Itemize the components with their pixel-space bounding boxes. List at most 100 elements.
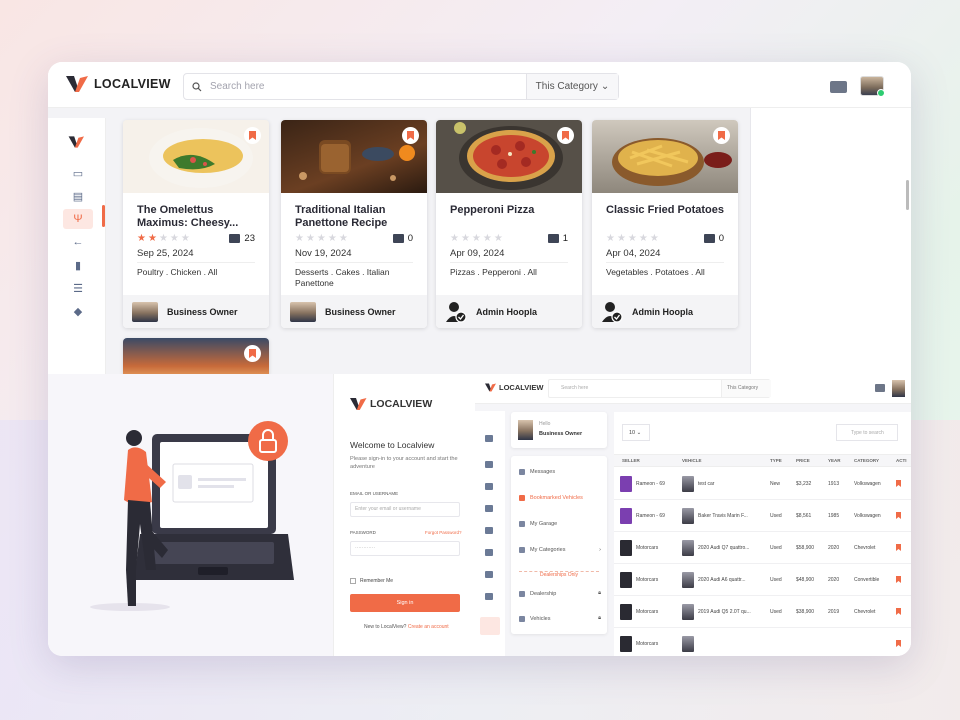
bookmark-icon[interactable]	[896, 608, 901, 615]
user-avatar[interactable]	[860, 76, 885, 97]
sidebar-item-security[interactable]: ◆	[63, 301, 93, 321]
bookmark-button[interactable]	[713, 127, 730, 144]
signin-button[interactable]: Sign in	[350, 594, 460, 612]
bookmark-icon[interactable]	[896, 576, 901, 583]
col-seller[interactable]: SELLER	[622, 458, 640, 463]
menu-item-categories[interactable]: My Categories ›	[519, 547, 601, 553]
signup-prompt: New to LocalView? Create an account	[364, 624, 449, 630]
store-icon[interactable]	[485, 483, 493, 490]
arrow-left-icon[interactable]	[485, 527, 493, 534]
bookmark-button[interactable]	[402, 127, 419, 144]
recipe-title[interactable]: The Omelettus Maximus: Cheesy...	[137, 204, 262, 230]
recipe-card[interactable]: The Omelettus Maximus: Cheesy... ★★★★★ 2…	[123, 120, 269, 328]
bookmark-button[interactable]	[244, 127, 261, 144]
card-author[interactable]: Business Owner	[281, 295, 427, 328]
col-vehicle[interactable]: VEHICLE	[682, 458, 702, 463]
messages-icon[interactable]	[830, 81, 847, 93]
table-search-input[interactable]: Type to search	[836, 424, 898, 441]
bookmark-icon[interactable]	[896, 512, 901, 519]
search-bar[interactable]: Search here This Category ⌄	[183, 73, 619, 100]
table-row[interactable]: Motorcars 2020 Audi A6 quattr... Used $48,9…	[614, 564, 911, 596]
recipe-card[interactable]: Pepperoni Pizza ★★★★★ 1 Apr 09, 2024 Piz…	[436, 120, 582, 328]
card-author[interactable]: Admin Hoopla	[592, 295, 738, 328]
recipe-card[interactable]: Traditional Italian Panettone Recipe ★★★…	[281, 120, 427, 328]
dash-logo[interactable]: LOCALVIEW	[485, 382, 543, 393]
login-subtitle: Please sign-in to your account and start…	[350, 456, 458, 470]
recipe-title[interactable]: Traditional Italian Panettone Recipe	[295, 204, 420, 230]
bookmark-icon[interactable]	[485, 549, 493, 556]
table-row[interactable]: Motorcars	[614, 628, 911, 656]
cell-price: $38,900	[796, 609, 815, 615]
bookmark-icon	[562, 131, 569, 140]
col-year[interactable]: YEAR	[828, 458, 841, 463]
col-actions[interactable]: ACTI	[896, 458, 907, 463]
listing-icon[interactable]	[485, 461, 493, 468]
profile-avatar	[518, 420, 533, 440]
email-field[interactable]: Enter your email or username	[350, 502, 460, 517]
per-page-select[interactable]: 10 ⌄	[622, 424, 650, 441]
bookmark-icon[interactable]	[896, 544, 901, 551]
create-account-link[interactable]: Create an account	[408, 624, 449, 630]
cell-type: Used	[770, 545, 782, 551]
recipe-card[interactable]: Classic Fried Potatoes ★★★★★ 0 Apr 04, 2…	[592, 120, 738, 328]
sidebar-item-store[interactable]: ▤	[63, 186, 93, 206]
brand-logo[interactable]: LOCALVIEW	[66, 74, 171, 94]
profile-card[interactable]: Hello Business Owner	[511, 412, 607, 448]
dash-avatar[interactable]	[892, 380, 905, 397]
sidebar-logo-icon[interactable]	[68, 135, 86, 149]
table-row[interactable]: Motorcars 2019 Audi Q5 2.0T qu... Used $38,…	[614, 596, 911, 628]
forgot-password-link[interactable]: Forgot Password?	[425, 530, 462, 535]
dash-category-select[interactable]: This Category	[721, 380, 771, 397]
card-author[interactable]: Business Owner	[123, 295, 269, 328]
bookmark-button[interactable]	[557, 127, 574, 144]
list-icon[interactable]	[485, 571, 493, 578]
sidebar-item-back[interactable]: ←	[63, 232, 93, 252]
cell-category: Volkswagen	[854, 481, 881, 487]
recipe-title[interactable]: Pepperoni Pizza	[450, 204, 575, 217]
menu-item-dealership[interactable]: Dealership 🔒︎	[519, 590, 601, 597]
cell-vehicle[interactable]: Baker Travis Marin F...	[698, 513, 748, 519]
cell-vehicle[interactable]: test car	[698, 481, 714, 487]
dash-logo-icon[interactable]	[485, 435, 493, 442]
car-icon[interactable]	[485, 505, 493, 512]
dash-messages-icon[interactable]	[875, 384, 885, 392]
dash-search-input[interactable]: Search here	[561, 385, 588, 391]
cell-vehicle[interactable]: 2020 Audi A6 quattr...	[698, 577, 746, 583]
card-author[interactable]: Admin Hoopla	[436, 295, 582, 328]
menu-item-bookmarked[interactable]: Bookmarked Vehicles	[519, 495, 601, 501]
login-logo: LOCALVIEW	[350, 396, 432, 412]
sidebar-item-recipes[interactable]: Ψ	[63, 209, 93, 229]
cell-vehicle[interactable]: 2020 Audi Q7 quattro...	[698, 545, 749, 551]
comment-icon	[703, 234, 715, 243]
menu-item-garage[interactable]: My Garage	[519, 521, 601, 527]
sidebar-item-list[interactable]: ☰	[63, 278, 93, 298]
bookmark-icon[interactable]	[896, 480, 901, 487]
col-type[interactable]: TYPE	[770, 458, 782, 463]
right-panel	[750, 108, 911, 374]
table-row[interactable]: Rameon - 69 test car New $3,232 1913 Volkswag…	[614, 468, 911, 500]
category-select[interactable]: This Category ⌄	[526, 74, 618, 99]
menu-item-messages[interactable]: Messages	[519, 469, 601, 475]
col-category[interactable]: CATEGORY	[854, 458, 879, 463]
bookmark-icon[interactable]	[896, 640, 901, 647]
dash-search[interactable]: Search here This Category	[548, 379, 771, 398]
sidebar-item-bookmarks[interactable]: ▮	[63, 255, 93, 275]
sidebar-active-marker	[102, 205, 105, 227]
recipe-card[interactable]	[123, 338, 269, 378]
shield-icon[interactable]	[485, 593, 493, 600]
scrollbar[interactable]	[906, 180, 909, 210]
search-input[interactable]: Search here	[210, 81, 526, 92]
dash-sidebar-active[interactable]	[480, 617, 500, 635]
password-field[interactable]: ············	[350, 541, 460, 556]
menu-item-vehicles[interactable]: Vehicles 🔒︎	[519, 615, 601, 622]
remember-checkbox[interactable]	[350, 578, 356, 584]
sidebar-item-listings[interactable]: ▭	[63, 163, 93, 183]
col-price[interactable]: PRICE	[796, 458, 810, 463]
table-row[interactable]: Motorcars 2020 Audi Q7 quattro... Used $58,…	[614, 532, 911, 564]
login-title: Welcome to Localview	[350, 440, 435, 450]
author-name: Business Owner	[167, 306, 238, 317]
table-row[interactable]: Rameon - 69 Baker Travis Marin F... Used $8…	[614, 500, 911, 532]
recipe-title[interactable]: Classic Fried Potatoes	[606, 204, 731, 217]
bookmark-button[interactable]	[244, 345, 261, 362]
cell-vehicle[interactable]: 2019 Audi Q5 2.0T qu...	[698, 609, 751, 615]
